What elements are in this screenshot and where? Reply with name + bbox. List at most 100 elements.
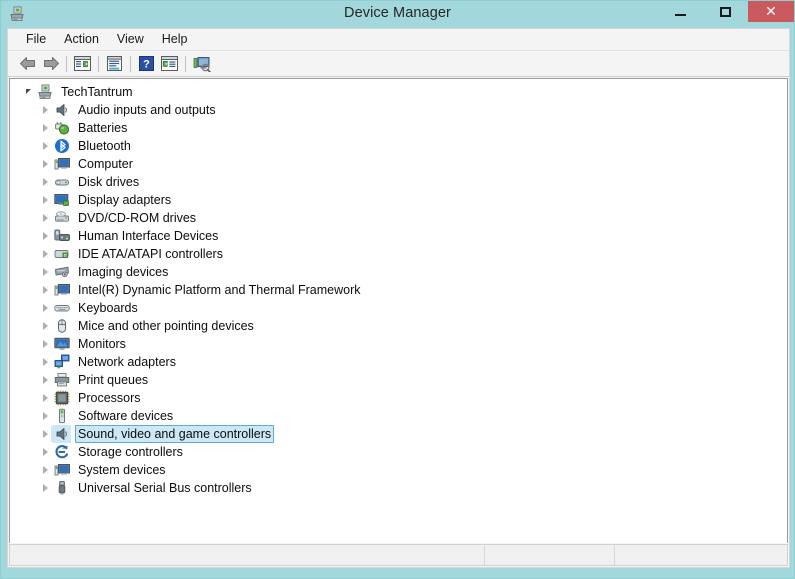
- tree-node-label: Universal Serial Bus controllers: [78, 481, 252, 495]
- tree-row[interactable]: Processors: [10, 389, 787, 407]
- expander-collapsed-icon[interactable]: [37, 461, 54, 479]
- minimize-button[interactable]: [658, 1, 703, 22]
- dvd-drive-icon: [54, 210, 70, 226]
- menu-item-action[interactable]: Action: [55, 30, 108, 49]
- tree-node-label: Keyboards: [78, 301, 138, 315]
- tree-row[interactable]: IDE ATA/ATAPI controllers: [10, 245, 787, 263]
- properties-window-icon: [106, 56, 123, 71]
- tree-node-label: Network adapters: [78, 355, 176, 369]
- speaker-icon: [54, 426, 70, 442]
- tree-node-label: Sound, video and game controllers: [75, 425, 275, 443]
- usb-controller-icon: [54, 480, 70, 496]
- properties-button[interactable]: [103, 53, 126, 75]
- expander-collapsed-icon[interactable]: [37, 371, 54, 389]
- tree-node-label: Imaging devices: [78, 265, 169, 279]
- toolbar-separator: [98, 55, 99, 72]
- tree-row[interactable]: Batteries: [10, 119, 787, 137]
- tree-row[interactable]: Human Interface Devices: [10, 227, 787, 245]
- expander-collapsed-icon[interactable]: [37, 227, 54, 245]
- tree-row[interactable]: Network adapters: [10, 353, 787, 371]
- expander-collapsed-icon[interactable]: [37, 335, 54, 353]
- show-hide-console-tree-button[interactable]: [71, 53, 94, 75]
- expander-collapsed-icon[interactable]: [37, 317, 54, 335]
- expander-collapsed-icon[interactable]: [37, 263, 54, 281]
- expander-collapsed-icon[interactable]: [37, 443, 54, 461]
- processor-icon: [54, 390, 70, 406]
- tree-row[interactable]: DVD/CD-ROM drives: [10, 209, 787, 227]
- printer-icon: [54, 372, 70, 388]
- tree-node-label: Disk drives: [78, 175, 140, 189]
- tree-row[interactable]: Disk drives: [10, 173, 787, 191]
- menu-item-view[interactable]: View: [108, 30, 153, 49]
- expander-collapsed-icon[interactable]: [37, 209, 54, 227]
- tree-row[interactable]: Print queues: [10, 371, 787, 389]
- tree-node-label: Monitors: [78, 337, 126, 351]
- toolbar-separator: [185, 55, 186, 72]
- expander-collapsed-icon[interactable]: [37, 173, 54, 191]
- expander-expanded-icon[interactable]: [20, 83, 37, 101]
- expander-collapsed-icon[interactable]: [37, 479, 54, 497]
- forward-button[interactable]: [39, 53, 62, 75]
- expander-collapsed-icon[interactable]: [37, 101, 54, 119]
- tree-node-label: Computer: [78, 157, 133, 171]
- speaker-icon: [54, 102, 70, 118]
- menu-bar: File Action View Help: [8, 29, 789, 51]
- tree-node-label: Bluetooth: [78, 139, 131, 153]
- close-button[interactable]: ✕: [748, 1, 794, 22]
- software-device-icon: [54, 408, 70, 424]
- tree-row[interactable]: Mice and other pointing devices: [10, 317, 787, 335]
- tree-node-label: Storage controllers: [78, 445, 183, 459]
- tree-row[interactable]: Bluetooth: [10, 137, 787, 155]
- tree-row[interactable]: Computer: [10, 155, 787, 173]
- tree-row[interactable]: Intel(R) Dynamic Platform and Thermal Fr…: [10, 281, 787, 299]
- ide-controller-icon: [54, 246, 70, 262]
- tree-row[interactable]: Imaging devices: [10, 263, 787, 281]
- toolbar-separator: [66, 55, 67, 72]
- expander-collapsed-icon[interactable]: [37, 155, 54, 173]
- tree-row[interactable]: Storage controllers: [10, 443, 787, 461]
- expander-collapsed-icon[interactable]: [37, 245, 54, 263]
- tree-row[interactable]: Monitors: [10, 335, 787, 353]
- maximize-icon: [720, 6, 731, 17]
- expander-collapsed-icon[interactable]: [37, 191, 54, 209]
- computer-icon: [54, 282, 70, 298]
- maximize-button[interactable]: [703, 1, 748, 22]
- status-bar: [9, 544, 788, 566]
- tree-node-label: Human Interface Devices: [78, 229, 219, 243]
- expander-collapsed-icon[interactable]: [37, 137, 54, 155]
- back-button[interactable]: [16, 53, 39, 75]
- tree-row[interactable]: Sound, video and game controllers: [10, 425, 787, 443]
- question-mark-icon: ?: [139, 56, 154, 71]
- tree-row[interactable]: Universal Serial Bus controllers: [10, 479, 787, 497]
- window-controls: ✕: [658, 1, 794, 22]
- network-adapter-icon: [54, 354, 70, 370]
- device-list-icon: [161, 56, 178, 71]
- menu-item-help[interactable]: Help: [153, 30, 197, 49]
- device-manager-window: Device Manager ✕ File Action View Help ?…: [0, 0, 795, 579]
- expander-collapsed-icon[interactable]: [37, 407, 54, 425]
- device-tree-panel[interactable]: TechTantrum Audio inputs and outputs Bat…: [9, 78, 788, 543]
- tree-row[interactable]: Software devices: [10, 407, 787, 425]
- expander-collapsed-icon[interactable]: [37, 353, 54, 371]
- help-button[interactable]: ?: [135, 53, 158, 75]
- expander-collapsed-icon[interactable]: [37, 119, 54, 137]
- tree-row[interactable]: System devices: [10, 461, 787, 479]
- tree-node-label: Batteries: [78, 121, 128, 135]
- menu-item-file[interactable]: File: [17, 30, 55, 49]
- tree-row[interactable]: Display adapters: [10, 191, 787, 209]
- status-message: [10, 545, 485, 565]
- expander-collapsed-icon[interactable]: [37, 281, 54, 299]
- expander-collapsed-icon[interactable]: [37, 299, 54, 317]
- expander-collapsed-icon[interactable]: [37, 389, 54, 407]
- hid-icon: [54, 228, 70, 244]
- tree-row[interactable]: TechTantrum: [10, 83, 787, 101]
- computer-printer-icon: [37, 84, 53, 100]
- expander-collapsed-icon[interactable]: [37, 425, 54, 443]
- scan-for-hardware-changes-button[interactable]: [190, 53, 213, 75]
- tree-node-label: Mice and other pointing devices: [78, 319, 254, 333]
- tree-row[interactable]: Keyboards: [10, 299, 787, 317]
- update-driver-button[interactable]: [158, 53, 181, 75]
- tree-row[interactable]: Audio inputs and outputs: [10, 101, 787, 119]
- tree-node-label: Processors: [78, 391, 141, 405]
- toolbar: ?: [8, 51, 789, 77]
